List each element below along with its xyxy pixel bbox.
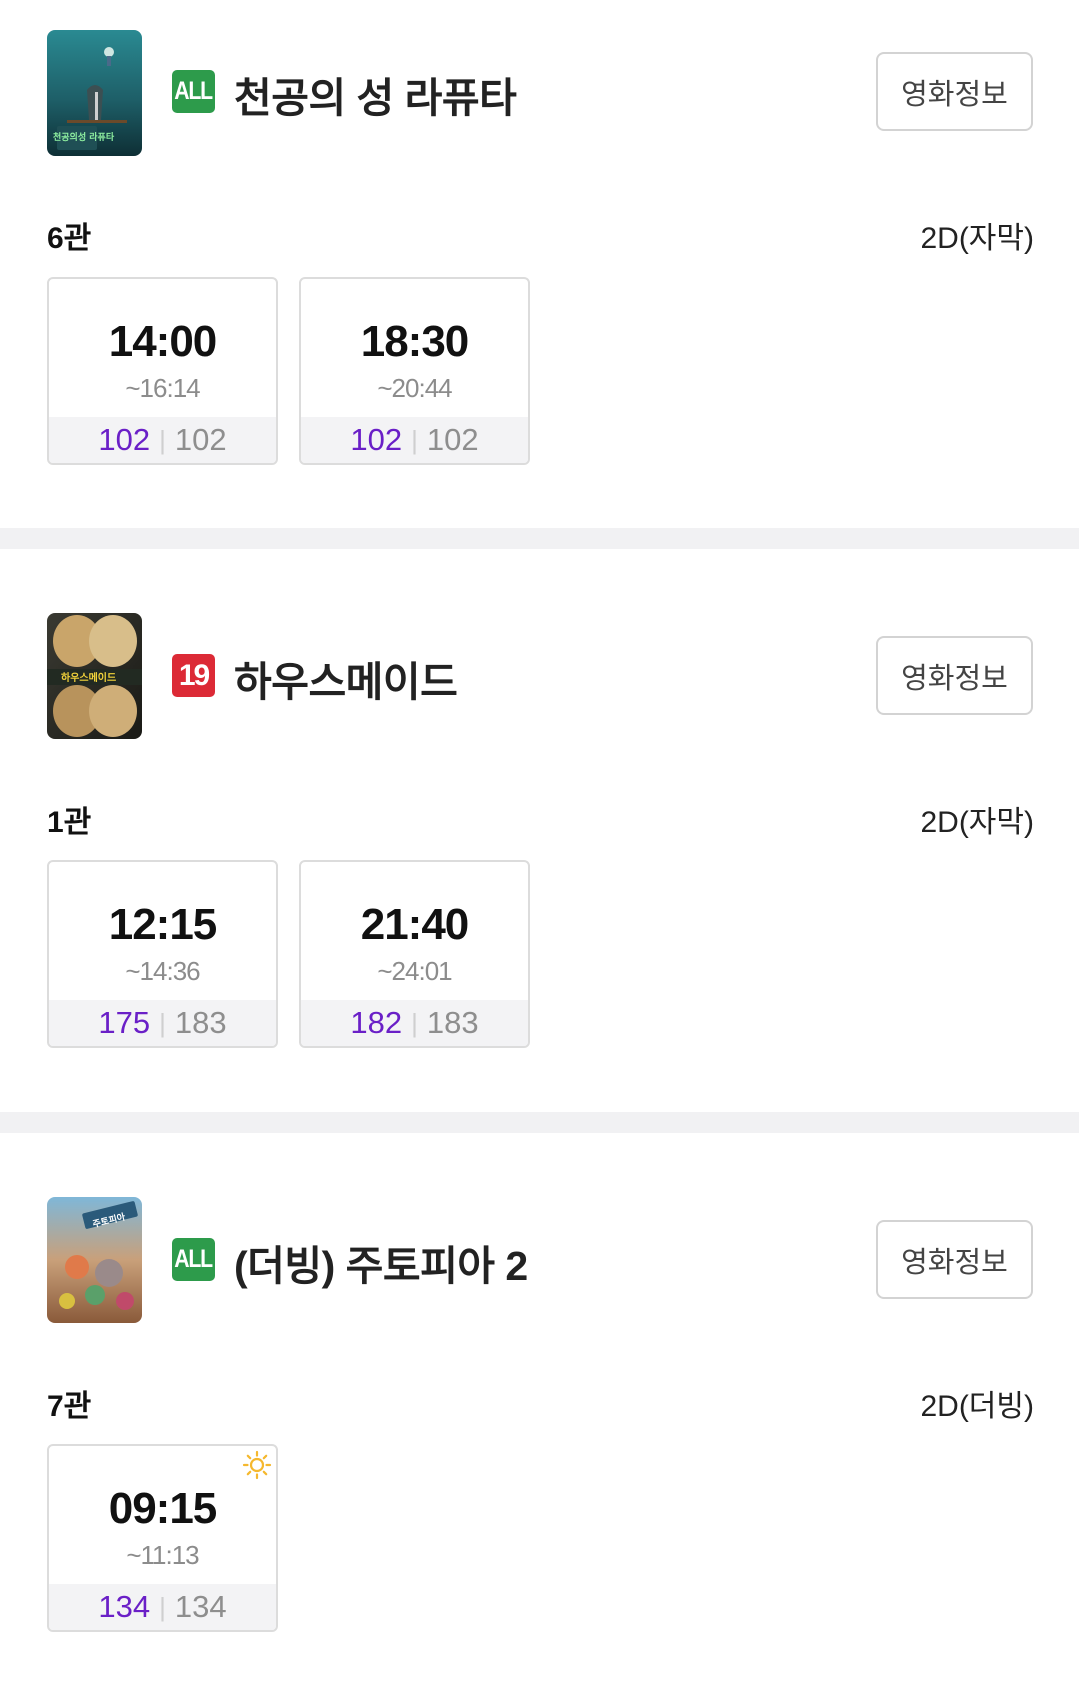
- showtime-slot[interactable]: 14:00 ~16:14 102 | 102: [47, 277, 278, 465]
- end-time: ~11:13: [126, 1540, 199, 1570]
- poster-image: 천공의성 라퓨타: [47, 30, 142, 156]
- movie-poster[interactable]: 천공의성 라퓨타: [47, 30, 142, 156]
- screen-name: 1관: [47, 806, 92, 839]
- poster-image: 하우스메이드: [47, 613, 142, 739]
- screen-name: 6관: [47, 222, 92, 255]
- rating-badge-all: ALL: [172, 1238, 215, 1281]
- available-seats: 134: [98, 1589, 151, 1624]
- showtime-slot[interactable]: 12:15 ~14:36 175 | 183: [47, 860, 278, 1048]
- end-time: ~14:36: [125, 956, 200, 986]
- rating-badge-all: ALL: [172, 70, 215, 113]
- screen-format: 2D(자막): [920, 222, 1034, 255]
- movie-card-housemaid: 하우스메이드 19 하우스메이드 영화정보 1관 2D(자막) 12:15 ~1…: [0, 549, 1079, 1111]
- available-seats: 102: [350, 422, 403, 457]
- seat-separator: |: [159, 1007, 166, 1038]
- sun-icon: [242, 1450, 272, 1480]
- poster-title-text: 하우스메이드: [61, 671, 116, 684]
- seat-count: 182 | 183: [301, 1000, 528, 1046]
- available-seats: 102: [98, 422, 151, 457]
- rating-label: ALL: [174, 77, 214, 105]
- screen-format: 2D(자막): [920, 806, 1034, 839]
- poster-image: 주토피아: [47, 1197, 142, 1323]
- seat-separator: |: [411, 424, 418, 455]
- seat-separator: |: [411, 1007, 418, 1038]
- end-time: ~24:01: [377, 956, 452, 986]
- screen-name: 7관: [47, 1390, 92, 1423]
- seat-count: 102 | 102: [301, 417, 528, 463]
- seat-count: 175 | 183: [49, 1000, 276, 1046]
- movie-poster[interactable]: 주토피아: [47, 1197, 142, 1323]
- start-time: 09:15: [108, 1484, 218, 1533]
- movie-info-button[interactable]: 영화정보: [876, 636, 1033, 715]
- end-time: ~20:44: [377, 373, 452, 403]
- movie-info-button[interactable]: 영화정보: [876, 52, 1033, 131]
- seat-separator: |: [159, 424, 166, 455]
- total-seats: 183: [174, 1005, 227, 1040]
- movie-card-laputa: 천공의성 라퓨타 ALL 천공의 성 라퓨타 영화정보 6관 2D(자막) 14…: [0, 0, 1079, 527]
- movie-info-button[interactable]: 영화정보: [876, 1220, 1033, 1299]
- movie-title: 천공의 성 라퓨타: [234, 75, 517, 121]
- movie-poster[interactable]: 하우스메이드: [47, 613, 142, 739]
- movie-card-zootopia2: 주토피아 ALL (더빙) 주토피아 2 영화정보 7관 2D(더빙) 09:1…: [0, 1133, 1079, 1681]
- movie-title: 하우스메이드: [234, 659, 458, 705]
- rating-label: ALL: [174, 1245, 214, 1273]
- showtime-slot[interactable]: 09:15 ~11:13 134 | 134: [47, 1444, 278, 1632]
- rating-badge-19: 19: [172, 654, 215, 697]
- total-seats: 183: [426, 1005, 479, 1040]
- total-seats: 134: [174, 1589, 227, 1624]
- end-time: ~16:14: [125, 373, 200, 403]
- start-time: 21:40: [360, 900, 470, 949]
- seat-count: 102 | 102: [49, 417, 276, 463]
- showtime-slot[interactable]: 18:30 ~20:44 102 | 102: [299, 277, 530, 465]
- available-seats: 175: [98, 1005, 151, 1040]
- start-time: 14:00: [108, 317, 218, 366]
- showtime-slot[interactable]: 21:40 ~24:01 182 | 183: [299, 860, 530, 1048]
- section-divider: [0, 1112, 1079, 1133]
- rating-label: 19: [178, 658, 210, 692]
- seat-count: 134 | 134: [49, 1584, 276, 1630]
- section-divider: [0, 528, 1079, 549]
- screen-format: 2D(더빙): [920, 1390, 1034, 1423]
- available-seats: 182: [350, 1005, 403, 1040]
- movie-title: (더빙) 주토피아 2: [234, 1243, 528, 1289]
- start-time: 18:30: [360, 317, 470, 366]
- start-time: 12:15: [108, 900, 218, 949]
- total-seats: 102: [174, 422, 227, 457]
- total-seats: 102: [426, 422, 479, 457]
- seat-separator: |: [159, 1591, 166, 1622]
- poster-title-text: 천공의성 라퓨타: [53, 131, 115, 143]
